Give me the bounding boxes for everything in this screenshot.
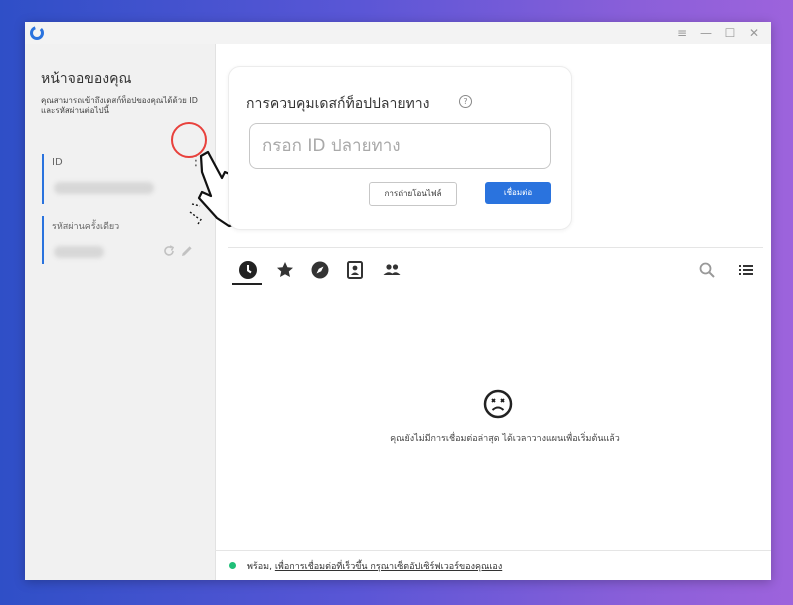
close-icon[interactable]: ✕: [745, 24, 763, 42]
list-view-icon[interactable]: [734, 258, 758, 282]
menu-icon[interactable]: ≡: [673, 24, 691, 42]
edit-icon[interactable]: [180, 244, 194, 258]
app-logo-icon: [30, 26, 44, 40]
id-value[interactable]: [54, 182, 154, 194]
help-icon[interactable]: ?: [459, 95, 472, 108]
search-icon[interactable]: [695, 258, 719, 282]
sidebar-description: คุณสามารถเข้าถึงเดสก์ท็อปของคุณได้ด้วย I…: [41, 96, 198, 115]
star-icon[interactable]: [273, 258, 297, 282]
status-bar: พร้อม, เพื่อการเชื่อมต่อที่เร็วขึ้น กรุณ…: [215, 550, 771, 581]
status-text: พร้อม, เพื่อการเชื่อมต่อที่เร็วขึ้น กรุณ…: [247, 559, 502, 573]
connect-button[interactable]: เชื่อมต่อ: [485, 182, 551, 204]
file-transfer-button[interactable]: การถ่ายโอนไฟล์: [369, 182, 457, 206]
active-tab-indicator: [232, 283, 262, 285]
title-bar: ≡ — ☐ ✕: [25, 22, 771, 44]
remote-id-input[interactable]: [249, 123, 551, 169]
address-book-icon[interactable]: [343, 258, 367, 282]
id-label: ID: [52, 157, 63, 168]
minimize-icon[interactable]: —: [697, 24, 715, 42]
empty-state-text: คุณยังไม่มีการเชื่อมต่อล่าสุด ได้เวลาวาง…: [390, 434, 620, 444]
setup-server-link[interactable]: เพื่อการเชื่อมต่อที่เร็วขึ้น กรุณาเซ็ตอั…: [275, 562, 502, 572]
compass-icon[interactable]: [308, 258, 332, 282]
maximize-icon[interactable]: ☐: [721, 24, 739, 42]
status-prefix: พร้อม,: [247, 562, 272, 572]
section-divider: [228, 247, 763, 248]
clock-icon[interactable]: [236, 258, 260, 282]
group-icon[interactable]: [380, 258, 404, 282]
password-label: รหัสผ่านครั้งเดียว: [52, 222, 120, 232]
status-indicator: [229, 562, 236, 569]
id-section: ID: [42, 154, 194, 204]
remote-control-card: การควบคุมเดสก์ท็อปปลายทาง ? การถ่ายโอนไฟ…: [228, 66, 572, 230]
refresh-icon[interactable]: [162, 244, 176, 258]
password-value[interactable]: [54, 246, 104, 258]
remote-control-title: การควบคุมเดสก์ท็อปปลายทาง: [246, 96, 430, 112]
app-window: ≡ — ☐ ✕ หน้าจอของคุณ คุณสามารถเข้าถึงเดส…: [25, 22, 771, 580]
history-tabs: [228, 254, 763, 288]
sad-face-icon: [483, 389, 513, 419]
sidebar-title: หน้าจอของคุณ: [41, 71, 132, 87]
password-section: รหัสผ่านครั้งเดียว: [42, 216, 194, 264]
